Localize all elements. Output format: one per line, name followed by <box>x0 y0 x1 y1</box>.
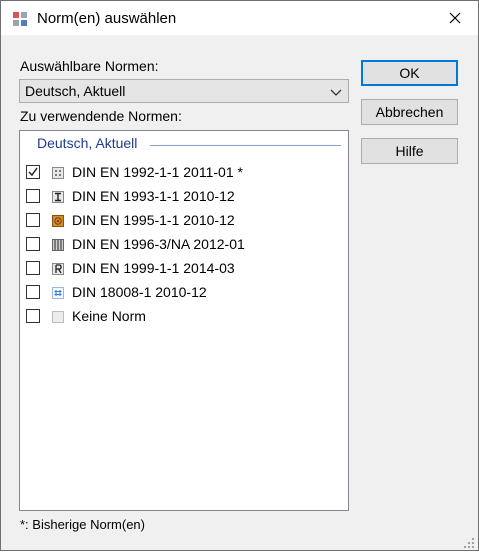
footnote: *: Bisherige Norm(en) <box>20 517 145 532</box>
item-label: DIN EN 1996-3/NA 2012-01 <box>72 236 245 252</box>
list-item[interactable]: DIN 18008-1 2010-12 <box>26 283 336 303</box>
resize-grip-icon[interactable] <box>464 536 475 548</box>
list-item[interactable]: DIN EN 1999-1-1 2014-03 <box>26 259 336 279</box>
item-label: DIN EN 1992-1-1 2011-01 * <box>72 164 243 180</box>
dropdown-value: Deutsch, Aktuell <box>25 83 126 99</box>
window-title: Norm(en) auswählen <box>37 10 177 27</box>
concrete-icon <box>52 166 64 179</box>
list-item[interactable]: DIN EN 1993-1-1 2010-12 <box>26 187 336 207</box>
ok-button[interactable]: OK <box>361 60 458 86</box>
list-item[interactable]: DIN EN 1996-3/NA 2012-01 <box>26 235 336 255</box>
available-norms-label: Auswählbare Normen: <box>20 58 159 74</box>
cancel-button[interactable]: Abbrechen <box>361 99 458 125</box>
aluminium-icon <box>52 262 64 275</box>
glass-icon <box>52 286 64 299</box>
dialog-window: Norm(en) auswählen Auswählbare Normen: D… <box>0 0 479 551</box>
close-icon <box>449 12 461 24</box>
item-label: Keine Norm <box>72 308 146 324</box>
group-divider <box>150 145 341 146</box>
item-label: DIN EN 1993-1-1 2010-12 <box>72 188 235 204</box>
checkbox[interactable] <box>26 285 40 299</box>
norm-set-dropdown[interactable]: Deutsch, Aktuell <box>19 79 349 103</box>
chevron-down-icon[interactable] <box>330 85 342 97</box>
timber-icon <box>52 214 64 227</box>
item-label: DIN EN 1995-1-1 2010-12 <box>72 212 235 228</box>
app-icon <box>12 11 28 27</box>
close-button[interactable] <box>432 1 478 35</box>
checkbox[interactable] <box>26 237 40 251</box>
item-label: DIN EN 1999-1-1 2014-03 <box>72 260 235 276</box>
list-item[interactable]: DIN EN 1995-1-1 2010-12 <box>26 211 336 231</box>
masonry-icon <box>52 238 64 251</box>
group-header: Deutsch, Aktuell <box>37 135 138 151</box>
checkbox[interactable] <box>26 165 40 179</box>
checkbox[interactable] <box>26 189 40 203</box>
checkbox[interactable] <box>26 309 40 323</box>
title-bar[interactable]: Norm(en) auswählen <box>1 1 478 35</box>
list-item[interactable]: DIN EN 1992-1-1 2011-01 * <box>26 163 336 183</box>
item-label: DIN 18008-1 2010-12 <box>72 284 207 300</box>
checkbox[interactable] <box>26 213 40 227</box>
list-item[interactable]: Keine Norm <box>26 307 336 327</box>
steel-beam-icon <box>52 190 64 203</box>
no-norm-icon <box>52 310 64 323</box>
checkbox[interactable] <box>26 261 40 275</box>
help-button[interactable]: Hilfe <box>361 138 458 164</box>
checkmark-icon <box>28 167 38 177</box>
norm-checklist[interactable]: Deutsch, Aktuell DIN EN 1992-1-1 2011-01… <box>19 130 349 511</box>
norms-to-use-label: Zu verwendende Normen: <box>20 108 182 124</box>
